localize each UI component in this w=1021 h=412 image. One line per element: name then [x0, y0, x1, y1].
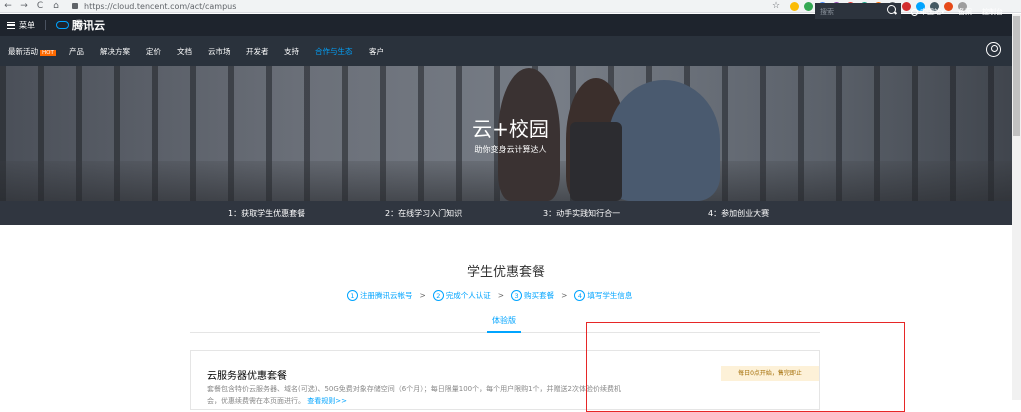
hero-title: 云+校园	[472, 117, 549, 141]
card-description-continued: 会，优惠续费需在本页面进行。 查看规则>>	[207, 396, 347, 406]
step-number-badge: 3	[511, 290, 523, 301]
flow-separator: >	[419, 291, 426, 300]
nav-item-pricing[interactable]: 定价	[146, 46, 161, 57]
card-title: 云服务器优惠套餐	[207, 371, 287, 382]
header-divider	[45, 20, 46, 30]
card-description: 套餐包含特价云服务器、域名(可选)、50G免费对象存储空间（6个月）；每日限量1…	[207, 385, 622, 393]
card-description-tail: 会，优惠续费需在本页面进行。	[207, 397, 305, 405]
purchase-flow: 1 注册腾讯云帐号 > 2 完成个人认证 > 3 购买套餐 > 4 填写学生信息	[347, 290, 632, 301]
bookmark-star-icon[interactable]: ☆	[772, 0, 780, 13]
nav-item-products[interactable]: 产品	[69, 46, 84, 57]
brand-name: 腾讯云	[72, 19, 105, 32]
globe-icon	[911, 8, 918, 16]
browser-extension-icon[interactable]	[944, 2, 953, 11]
nav-item-solutions[interactable]: 解决方案	[100, 46, 130, 57]
nav-item-customers[interactable]: 客户	[369, 46, 384, 57]
hero-subtitle: 助你变身云计算达人	[474, 145, 547, 154]
menu-label: 菜单	[19, 20, 35, 30]
nav-item-partners[interactable]: 合作与生态	[315, 46, 353, 57]
browser-extension-icon[interactable]	[790, 2, 799, 11]
section-title: 学生优惠套餐	[466, 265, 545, 280]
back-button[interactable]: ←	[0, 0, 16, 13]
tab-trial[interactable]: 体验版	[492, 315, 516, 326]
lock-icon	[72, 3, 78, 9]
step-number-badge: 4	[574, 290, 586, 301]
forward-button[interactable]: →	[16, 0, 32, 13]
rules-link[interactable]: 查看规则>>	[307, 397, 347, 405]
step-number-badge: 1	[347, 290, 358, 301]
brand-logo[interactable]: 腾讯云	[56, 17, 105, 33]
region-label: 中国站	[920, 8, 941, 16]
address-bar[interactable]: https://cloud.tencent.com/act/campus	[72, 1, 236, 12]
hot-badge: HOT	[40, 50, 56, 56]
browser-extension-icon[interactable]	[902, 2, 911, 11]
browser-extension-icon[interactable]	[804, 2, 813, 11]
step-item[interactable]: 1：获取学生优惠套餐	[228, 208, 305, 219]
flow-separator: >	[497, 291, 505, 300]
step-number-badge: 2	[432, 290, 444, 301]
steps-band: 1：获取学生优惠套餐 2：在线学习入门知识 3：动手实践知行合一 4：参加创业大…	[0, 201, 1021, 225]
flow-link-buy[interactable]: 购买套餐	[524, 290, 554, 301]
step-item[interactable]: 2：在线学习入门知识	[385, 208, 462, 219]
chevron-down-icon: ▾	[941, 8, 945, 16]
reload-button[interactable]: C	[32, 0, 48, 13]
flow-link-verify[interactable]: 完成个人认证	[446, 290, 491, 301]
console-link[interactable]: 控制台	[982, 7, 1003, 17]
step-item[interactable]: 4：参加创业大赛	[708, 208, 769, 219]
nav-label: 最新活动	[8, 47, 38, 56]
nav-item-support[interactable]: 支持	[284, 46, 299, 57]
url-text: https://cloud.tencent.com/act/campus	[84, 1, 237, 11]
menu-button[interactable]: 菜单	[7, 20, 35, 31]
cloud-logo-icon	[56, 21, 69, 29]
nav-item-market[interactable]: 云市场	[208, 46, 231, 57]
flow-separator: >	[561, 291, 568, 300]
region-selector[interactable]: 中国站 ▾	[911, 7, 945, 17]
step-item[interactable]: 3：动手实践知行合一	[543, 208, 620, 219]
nav-item-latest[interactable]: 最新活动 HOT	[8, 46, 56, 57]
hero-banner: 云+校园 助你变身云计算达人	[0, 66, 1021, 201]
filing-link[interactable]: 备案	[958, 7, 972, 17]
user-avatar-icon[interactable]	[986, 42, 1001, 57]
flow-link-student-info[interactable]: 填写学生信息	[587, 290, 632, 301]
search-icon[interactable]	[887, 5, 896, 14]
hamburger-icon	[7, 21, 15, 29]
sale-notice-badge: 每日0点开始，售完即止	[721, 366, 819, 381]
nav-item-docs[interactable]: 文档	[177, 46, 192, 57]
scrollbar-thumb[interactable]	[1013, 16, 1020, 136]
nav-item-developers[interactable]: 开发者	[246, 46, 269, 57]
flow-link-register[interactable]: 注册腾讯云帐号	[360, 290, 413, 301]
home-button[interactable]: ⌂	[48, 0, 64, 13]
tab-active-indicator	[487, 331, 521, 333]
main-nav: 最新活动 HOT 产品 解决方案 定价 文档 云市场 开发者 支持 合作与生态 客…	[0, 36, 1021, 66]
